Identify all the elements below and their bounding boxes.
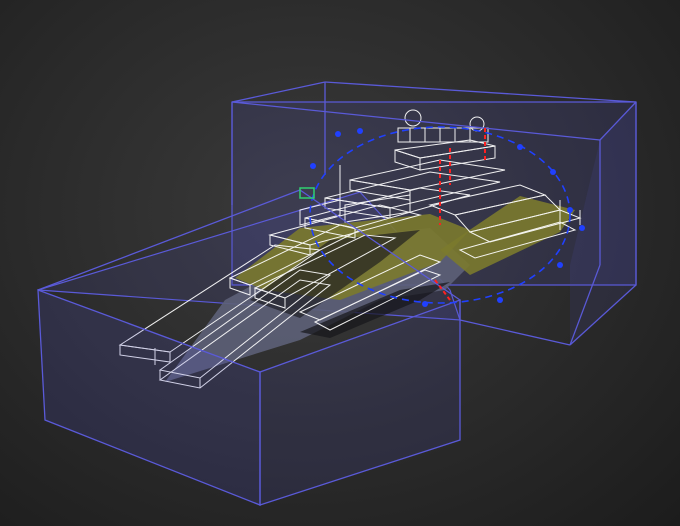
viewport-canvas[interactable]: [0, 0, 680, 526]
3d-viewport[interactable]: [0, 0, 680, 526]
